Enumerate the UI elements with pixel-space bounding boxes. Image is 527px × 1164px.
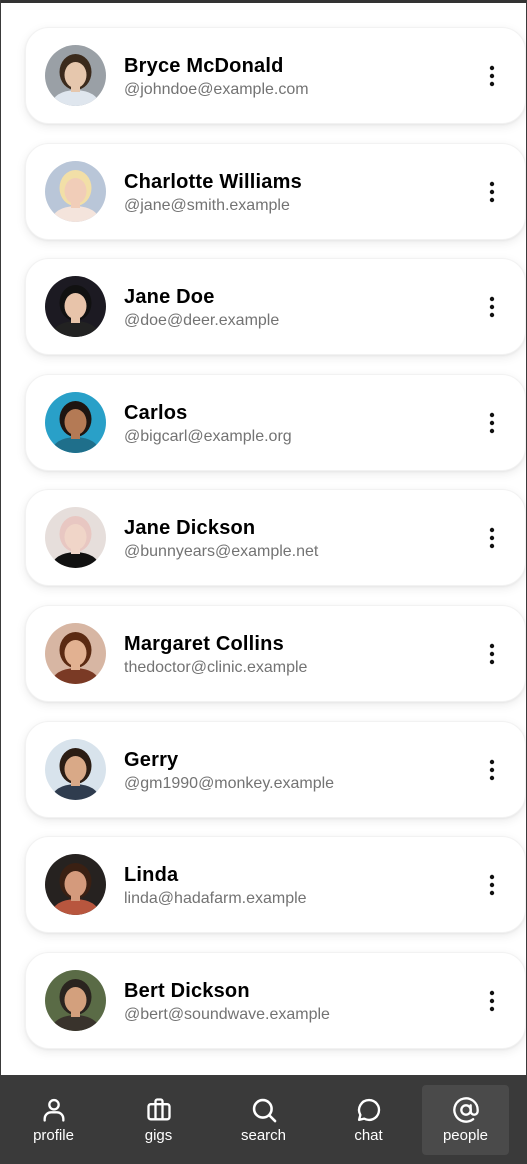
nav-search-label: search: [240, 1126, 287, 1144]
user-icon: [43, 1098, 64, 1122]
nav-gigs-label: gigs: [144, 1126, 173, 1144]
person-name: Margaret Collins: [124, 632, 284, 655]
more-vertical-icon[interactable]: [479, 63, 505, 89]
person-card[interactable]: Charlotte Williams @jane@smith.example: [25, 142, 526, 240]
person-handle: @johndoe@example.com: [124, 81, 309, 98]
avatar: [45, 854, 106, 916]
person-card[interactable]: Linda linda@hadafarm.example: [25, 836, 526, 934]
person-name: Jane Doe: [124, 286, 215, 309]
person-card[interactable]: Bert Dickson @bert@soundwave.example: [25, 951, 526, 1049]
at-sign-icon: [452, 1096, 479, 1123]
more-vertical-icon[interactable]: [479, 294, 505, 320]
avatar: [45, 622, 106, 684]
nav-profile-label: profile: [33, 1126, 74, 1144]
person-name: Linda: [124, 864, 179, 887]
app-frame: Bryce McDonald @johndoe@example.com Charlo…: [0, 0, 527, 1164]
more-vertical-icon[interactable]: [479, 410, 505, 436]
person-card[interactable]: Margaret Collins thedoctor@clinic.example: [25, 604, 526, 702]
more-vertical-icon[interactable]: [479, 641, 505, 667]
person-handle: @gm1990@monkey.example: [124, 774, 335, 792]
people-list: Bryce McDonald @johndoe@example.com Charlo…: [25, 27, 526, 1067]
person-name: Charlotte Williams: [124, 170, 302, 193]
person-card[interactable]: Gerry @gm1990@monkey.example: [25, 720, 526, 818]
person-handle: @bert@soundwave.example: [124, 1005, 330, 1023]
person-card[interactable]: Carlos @bigcarl@example.org: [25, 373, 526, 471]
person-handle: thedoctor@clinic.example: [124, 658, 308, 676]
person-name: Gerry: [124, 748, 179, 771]
person-handle: @bunnyears@example.net: [124, 543, 319, 561]
briefcase-icon: [146, 1097, 171, 1120]
bottom-nav: profile gigs search chat people: [1, 1075, 526, 1164]
more-vertical-icon[interactable]: [479, 179, 505, 205]
avatar: [45, 160, 106, 222]
person-name: Carlos: [124, 401, 188, 424]
more-vertical-icon[interactable]: [479, 872, 505, 898]
nav-profile[interactable]: profile: [1, 1085, 106, 1155]
avatar: [45, 391, 106, 453]
search-icon: [252, 1098, 276, 1122]
avatar: [45, 276, 106, 338]
person-name: Jane Dickson: [124, 517, 256, 540]
more-vertical-icon[interactable]: [479, 988, 505, 1014]
person-name: Bryce McDonald: [124, 55, 284, 77]
avatar: [45, 507, 106, 569]
person-handle: @bigcarl@example.org: [124, 427, 292, 445]
avatar: [45, 738, 106, 800]
nav-search[interactable]: search: [211, 1085, 316, 1155]
person-card[interactable]: Jane Doe @doe@deer.example: [25, 258, 526, 356]
person-handle: @doe@deer.example: [124, 312, 280, 330]
person-handle: linda@hadafarm.example: [124, 890, 307, 908]
nav-people-label: people: [442, 1126, 489, 1144]
person-card[interactable]: Bryce McDonald @johndoe@example.com: [25, 27, 526, 124]
nav-people[interactable]: people: [422, 1084, 509, 1155]
person-name: Bert Dickson: [124, 979, 250, 1002]
chat-bubble-icon: [357, 1098, 380, 1121]
more-vertical-icon[interactable]: [479, 757, 505, 783]
avatar: [45, 969, 106, 1031]
nav-gigs[interactable]: gigs: [106, 1085, 211, 1155]
nav-chat[interactable]: chat: [316, 1085, 421, 1155]
more-vertical-icon[interactable]: [479, 525, 505, 551]
person-handle: @jane@smith.example: [124, 196, 290, 214]
avatar: [45, 45, 106, 106]
nav-chat-label: chat: [354, 1126, 383, 1144]
person-card[interactable]: Jane Dickson @bunnyears@example.net: [25, 489, 526, 587]
top-border: [1, 0, 526, 3]
